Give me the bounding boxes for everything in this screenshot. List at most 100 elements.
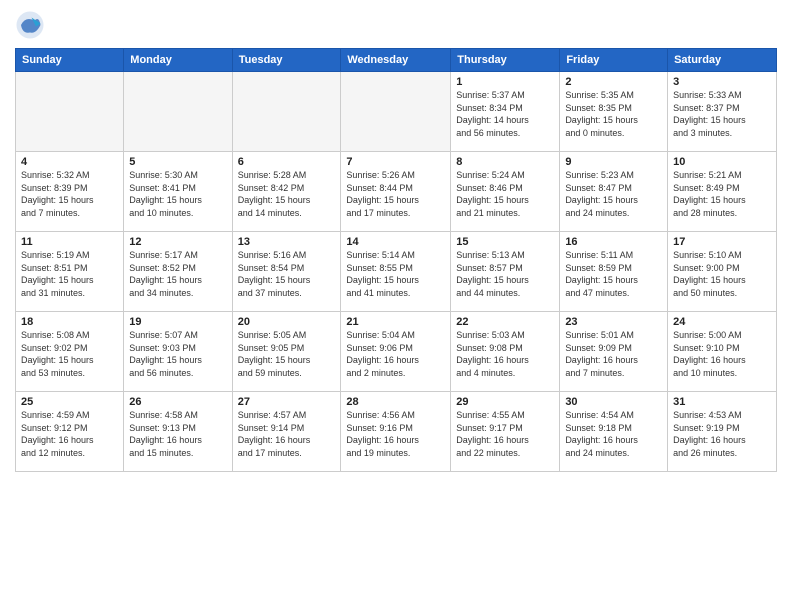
day-number: 20	[238, 316, 336, 328]
day-number: 18	[21, 316, 118, 328]
calendar-cell	[232, 72, 341, 152]
weekday-header-saturday: Saturday	[668, 49, 777, 72]
day-info: Sunrise: 5:04 AM Sunset: 9:06 PM Dayligh…	[346, 329, 445, 379]
day-number: 21	[346, 316, 445, 328]
calendar-cell: 21Sunrise: 5:04 AM Sunset: 9:06 PM Dayli…	[341, 312, 451, 392]
day-number: 31	[673, 396, 771, 408]
day-info: Sunrise: 5:23 AM Sunset: 8:47 PM Dayligh…	[565, 169, 662, 219]
calendar-cell	[341, 72, 451, 152]
day-info: Sunrise: 5:01 AM Sunset: 9:09 PM Dayligh…	[565, 329, 662, 379]
day-number: 15	[456, 236, 554, 248]
logo	[15, 10, 50, 40]
day-number: 5	[129, 156, 226, 168]
calendar-cell: 2Sunrise: 5:35 AM Sunset: 8:35 PM Daylig…	[560, 72, 668, 152]
calendar-cell: 10Sunrise: 5:21 AM Sunset: 8:49 PM Dayli…	[668, 152, 777, 232]
day-number: 9	[565, 156, 662, 168]
day-number: 22	[456, 316, 554, 328]
calendar-cell: 1Sunrise: 5:37 AM Sunset: 8:34 PM Daylig…	[451, 72, 560, 152]
calendar-cell: 26Sunrise: 4:58 AM Sunset: 9:13 PM Dayli…	[124, 392, 232, 472]
day-number: 25	[21, 396, 118, 408]
day-number: 17	[673, 236, 771, 248]
day-info: Sunrise: 5:30 AM Sunset: 8:41 PM Dayligh…	[129, 169, 226, 219]
weekday-header-tuesday: Tuesday	[232, 49, 341, 72]
day-info: Sunrise: 5:28 AM Sunset: 8:42 PM Dayligh…	[238, 169, 336, 219]
calendar-cell: 30Sunrise: 4:54 AM Sunset: 9:18 PM Dayli…	[560, 392, 668, 472]
calendar-cell: 18Sunrise: 5:08 AM Sunset: 9:02 PM Dayli…	[16, 312, 124, 392]
calendar-cell: 20Sunrise: 5:05 AM Sunset: 9:05 PM Dayli…	[232, 312, 341, 392]
day-number: 8	[456, 156, 554, 168]
day-info: Sunrise: 5:37 AM Sunset: 8:34 PM Dayligh…	[456, 89, 554, 139]
calendar-cell: 11Sunrise: 5:19 AM Sunset: 8:51 PM Dayli…	[16, 232, 124, 312]
calendar-cell: 22Sunrise: 5:03 AM Sunset: 9:08 PM Dayli…	[451, 312, 560, 392]
weekday-header-thursday: Thursday	[451, 49, 560, 72]
day-number: 11	[21, 236, 118, 248]
calendar-cell: 4Sunrise: 5:32 AM Sunset: 8:39 PM Daylig…	[16, 152, 124, 232]
day-number: 16	[565, 236, 662, 248]
calendar-cell: 23Sunrise: 5:01 AM Sunset: 9:09 PM Dayli…	[560, 312, 668, 392]
day-number: 6	[238, 156, 336, 168]
day-number: 3	[673, 76, 771, 88]
day-info: Sunrise: 5:00 AM Sunset: 9:10 PM Dayligh…	[673, 329, 771, 379]
week-row-2: 4Sunrise: 5:32 AM Sunset: 8:39 PM Daylig…	[16, 152, 777, 232]
week-row-5: 25Sunrise: 4:59 AM Sunset: 9:12 PM Dayli…	[16, 392, 777, 472]
day-info: Sunrise: 5:03 AM Sunset: 9:08 PM Dayligh…	[456, 329, 554, 379]
day-info: Sunrise: 5:07 AM Sunset: 9:03 PM Dayligh…	[129, 329, 226, 379]
day-number: 10	[673, 156, 771, 168]
day-info: Sunrise: 5:21 AM Sunset: 8:49 PM Dayligh…	[673, 169, 771, 219]
day-info: Sunrise: 4:58 AM Sunset: 9:13 PM Dayligh…	[129, 409, 226, 459]
day-number: 7	[346, 156, 445, 168]
day-info: Sunrise: 5:08 AM Sunset: 9:02 PM Dayligh…	[21, 329, 118, 379]
day-number: 12	[129, 236, 226, 248]
week-row-3: 11Sunrise: 5:19 AM Sunset: 8:51 PM Dayli…	[16, 232, 777, 312]
calendar-cell: 7Sunrise: 5:26 AM Sunset: 8:44 PM Daylig…	[341, 152, 451, 232]
calendar-cell: 29Sunrise: 4:55 AM Sunset: 9:17 PM Dayli…	[451, 392, 560, 472]
header	[15, 10, 777, 40]
day-number: 4	[21, 156, 118, 168]
day-number: 24	[673, 316, 771, 328]
week-row-1: 1Sunrise: 5:37 AM Sunset: 8:34 PM Daylig…	[16, 72, 777, 152]
calendar-cell: 3Sunrise: 5:33 AM Sunset: 8:37 PM Daylig…	[668, 72, 777, 152]
day-info: Sunrise: 4:57 AM Sunset: 9:14 PM Dayligh…	[238, 409, 336, 459]
day-info: Sunrise: 5:16 AM Sunset: 8:54 PM Dayligh…	[238, 249, 336, 299]
day-number: 27	[238, 396, 336, 408]
day-info: Sunrise: 5:11 AM Sunset: 8:59 PM Dayligh…	[565, 249, 662, 299]
day-number: 2	[565, 76, 662, 88]
weekday-header-row: SundayMondayTuesdayWednesdayThursdayFrid…	[16, 49, 777, 72]
day-info: Sunrise: 5:10 AM Sunset: 9:00 PM Dayligh…	[673, 249, 771, 299]
day-info: Sunrise: 5:33 AM Sunset: 8:37 PM Dayligh…	[673, 89, 771, 139]
calendar-table: SundayMondayTuesdayWednesdayThursdayFrid…	[15, 48, 777, 472]
day-info: Sunrise: 5:05 AM Sunset: 9:05 PM Dayligh…	[238, 329, 336, 379]
day-info: Sunrise: 5:26 AM Sunset: 8:44 PM Dayligh…	[346, 169, 445, 219]
calendar-cell	[16, 72, 124, 152]
weekday-header-friday: Friday	[560, 49, 668, 72]
calendar-cell: 31Sunrise: 4:53 AM Sunset: 9:19 PM Dayli…	[668, 392, 777, 472]
day-number: 29	[456, 396, 554, 408]
day-info: Sunrise: 4:56 AM Sunset: 9:16 PM Dayligh…	[346, 409, 445, 459]
weekday-header-wednesday: Wednesday	[341, 49, 451, 72]
day-number: 26	[129, 396, 226, 408]
calendar-cell	[124, 72, 232, 152]
day-info: Sunrise: 5:19 AM Sunset: 8:51 PM Dayligh…	[21, 249, 118, 299]
calendar-cell: 5Sunrise: 5:30 AM Sunset: 8:41 PM Daylig…	[124, 152, 232, 232]
week-row-4: 18Sunrise: 5:08 AM Sunset: 9:02 PM Dayli…	[16, 312, 777, 392]
calendar-cell: 16Sunrise: 5:11 AM Sunset: 8:59 PM Dayli…	[560, 232, 668, 312]
calendar-cell: 9Sunrise: 5:23 AM Sunset: 8:47 PM Daylig…	[560, 152, 668, 232]
day-number: 1	[456, 76, 554, 88]
day-info: Sunrise: 4:55 AM Sunset: 9:17 PM Dayligh…	[456, 409, 554, 459]
day-info: Sunrise: 5:14 AM Sunset: 8:55 PM Dayligh…	[346, 249, 445, 299]
day-number: 28	[346, 396, 445, 408]
calendar-cell: 24Sunrise: 5:00 AM Sunset: 9:10 PM Dayli…	[668, 312, 777, 392]
calendar-cell: 28Sunrise: 4:56 AM Sunset: 9:16 PM Dayli…	[341, 392, 451, 472]
calendar-cell: 6Sunrise: 5:28 AM Sunset: 8:42 PM Daylig…	[232, 152, 341, 232]
day-info: Sunrise: 4:53 AM Sunset: 9:19 PM Dayligh…	[673, 409, 771, 459]
day-info: Sunrise: 5:35 AM Sunset: 8:35 PM Dayligh…	[565, 89, 662, 139]
day-number: 14	[346, 236, 445, 248]
weekday-header-monday: Monday	[124, 49, 232, 72]
calendar-cell: 19Sunrise: 5:07 AM Sunset: 9:03 PM Dayli…	[124, 312, 232, 392]
day-info: Sunrise: 4:54 AM Sunset: 9:18 PM Dayligh…	[565, 409, 662, 459]
calendar-cell: 15Sunrise: 5:13 AM Sunset: 8:57 PM Dayli…	[451, 232, 560, 312]
weekday-header-sunday: Sunday	[16, 49, 124, 72]
calendar-cell: 8Sunrise: 5:24 AM Sunset: 8:46 PM Daylig…	[451, 152, 560, 232]
day-number: 30	[565, 396, 662, 408]
calendar-cell: 14Sunrise: 5:14 AM Sunset: 8:55 PM Dayli…	[341, 232, 451, 312]
